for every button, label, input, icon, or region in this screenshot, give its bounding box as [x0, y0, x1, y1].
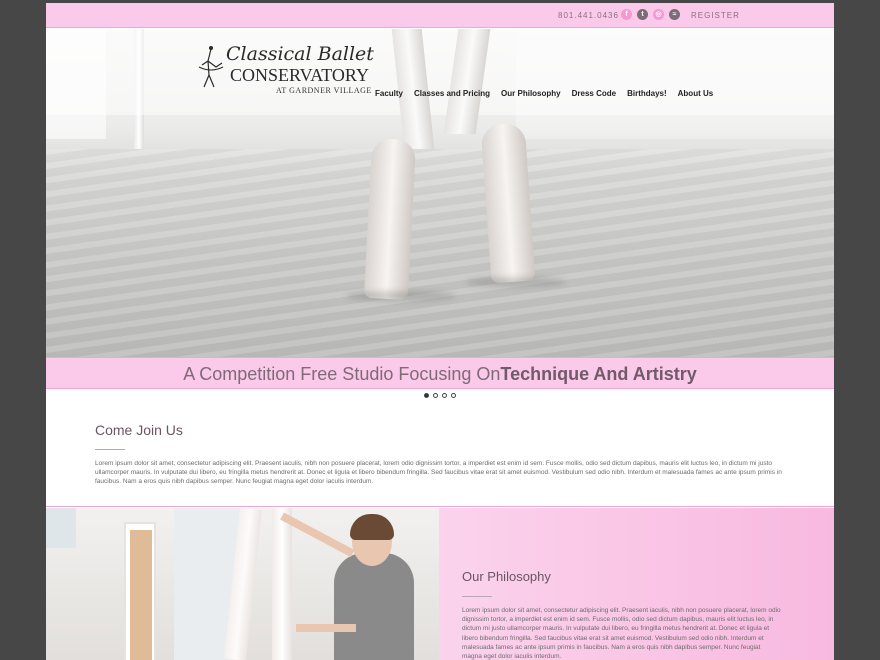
photo-teacher-arm	[296, 624, 356, 632]
top-bar: 801.441.0436 f t ◎ ≈ REGISTER	[46, 3, 834, 28]
class-photo	[46, 508, 439, 660]
philosophy-panel: Our Philosophy Lorem ipsum dolor sit ame…	[439, 508, 834, 660]
logo-line-1: Classical Ballet	[226, 43, 374, 65]
logo-line-2: CONSERVATORY	[230, 65, 369, 85]
slider-dot[interactable]	[451, 393, 456, 398]
slider-dot[interactable]	[442, 393, 447, 398]
section-divider	[46, 506, 834, 507]
nav-our-philosophy[interactable]: Our Philosophy	[501, 89, 561, 98]
nav-about-us[interactable]: About Us	[678, 89, 714, 98]
dancer-logo-icon	[198, 46, 224, 88]
tagline-text: A Competition Free Studio Focusing On Te…	[183, 364, 697, 385]
facebook-icon[interactable]: f	[621, 9, 632, 20]
photo-teacher-body	[334, 553, 414, 660]
nav-faculty[interactable]: Faculty	[375, 89, 403, 98]
twitter-icon[interactable]: t	[637, 9, 648, 20]
join-rule	[95, 449, 125, 450]
page: 801.441.0436 f t ◎ ≈ REGISTER Classical …	[46, 3, 834, 660]
site-logo[interactable]: Classical Ballet CONSERVATORY AT GARDNER…	[196, 43, 374, 101]
join-text: Lorem ipsum dolor sit amet, consectetur …	[95, 460, 782, 485]
slider-dot[interactable]	[424, 393, 429, 398]
hero-floor	[46, 149, 834, 357]
phone-number[interactable]: 801.441.0436	[558, 11, 619, 20]
rss-icon[interactable]: ≈	[669, 9, 680, 20]
shoe-shadow	[466, 277, 566, 287]
main-nav: Faculty Classes and Pricing Our Philosop…	[375, 89, 724, 98]
photo-window	[46, 508, 76, 548]
photo-dancer-leg	[272, 508, 292, 660]
nav-birthdays[interactable]: Birthdays!	[627, 89, 667, 98]
logo-line-3: AT GARDNER VILLAGE	[276, 86, 372, 95]
photo-teacher-hair	[350, 514, 394, 540]
header-band	[46, 29, 834, 115]
philosophy-rule	[462, 596, 492, 597]
slider-dot[interactable]	[433, 393, 438, 398]
pointe-shoe	[363, 137, 417, 301]
hero-image: Classical Ballet CONSERVATORY AT GARDNER…	[46, 29, 834, 357]
shoe-shadow	[346, 291, 456, 301]
nav-classes-and-pricing[interactable]: Classes and Pricing	[414, 89, 490, 98]
nav-dress-code[interactable]: Dress Code	[572, 89, 616, 98]
join-title: Come Join Us	[95, 422, 183, 438]
philosophy-title: Our Philosophy	[462, 569, 551, 584]
slider-dots	[424, 393, 456, 398]
instagram-icon[interactable]: ◎	[653, 9, 664, 20]
tagline-banner: A Competition Free Studio Focusing On Te…	[46, 357, 834, 389]
tagline-normal: A Competition Free Studio Focusing On	[183, 364, 501, 384]
philosophy-text: Lorem ipsum dolor sit amet, consectetur …	[462, 607, 781, 660]
register-link[interactable]: REGISTER	[691, 11, 740, 20]
tagline-bold: Technique And Artistry	[500, 364, 697, 384]
photo-door-inner	[130, 530, 152, 660]
